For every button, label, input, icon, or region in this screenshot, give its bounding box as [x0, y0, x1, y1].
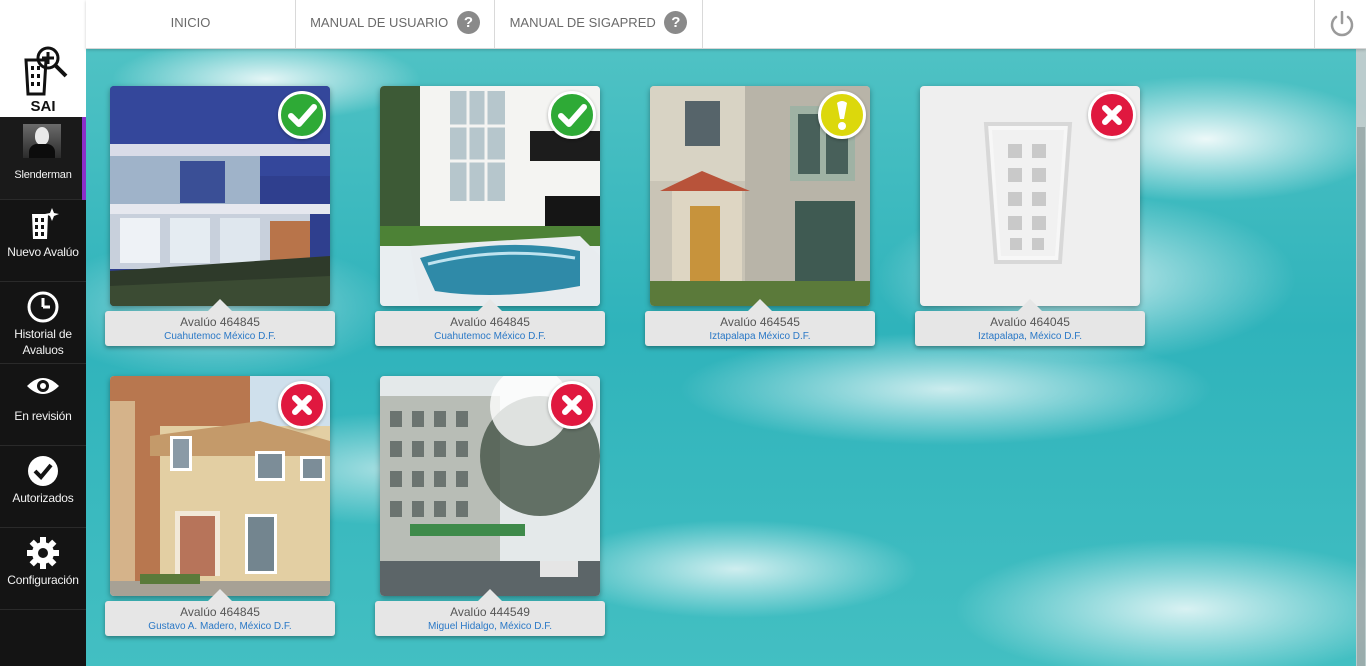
sidebar-item-label: Configuración	[7, 573, 79, 587]
status-warning-badge	[818, 91, 866, 139]
avaluo-card[interactable]: Avalúo 444549 Miguel Hidalgo, México D.F…	[375, 376, 605, 636]
card-caption: Avalúo 444549 Miguel Hidalgo, México D.F…	[375, 589, 605, 636]
scrollbar-thumb[interactable]	[1357, 127, 1365, 666]
avaluo-card[interactable]: Avalúo 464545 Iztapalapa México D.F.	[645, 86, 875, 346]
card-caption: Avalúo 464845 Cuahutemoc México D.F.	[105, 299, 335, 346]
help-icon[interactable]: ?	[664, 11, 688, 35]
nav-label: MANUAL DE USUARIO	[310, 15, 449, 30]
sidebar-item-label: Autorizados	[12, 491, 74, 505]
check-circle-icon	[28, 456, 58, 486]
sidebar-item-label: En revisión	[14, 409, 72, 423]
card-caption: Avalúo 464845 Gustavo A. Madero, México …	[105, 589, 335, 636]
avaluo-title: Avalúo 464845	[180, 315, 260, 329]
status-approved-badge	[278, 91, 326, 139]
status-rejected-badge	[1088, 91, 1136, 139]
avaluo-title: Avalúo 464045	[990, 315, 1070, 329]
avaluo-location: Miguel Hidalgo, México D.F.	[428, 621, 552, 632]
user-name: Slenderman	[14, 169, 72, 181]
building-search-icon	[24, 46, 68, 96]
sidebar-item-en-revision[interactable]: En revisión	[0, 364, 86, 446]
check-icon	[288, 104, 317, 127]
avaluo-location: Gustavo A. Madero, México D.F.	[148, 621, 292, 632]
building-plus-icon	[32, 208, 59, 239]
sidebar: SAI Slenderman Nuevo Avalúo Historial de…	[0, 0, 86, 666]
vertical-scrollbar[interactable]	[1356, 49, 1366, 666]
sidebar-item-configuracion[interactable]: Configuración	[0, 528, 86, 610]
status-rejected-badge	[278, 381, 326, 429]
avaluo-location: Cuahutemoc México D.F.	[164, 331, 276, 342]
sidebar-item-historial[interactable]: Historial de Avaluos	[0, 282, 86, 364]
logo-text: SAI	[30, 98, 56, 115]
avaluo-card[interactable]: Avalúo 464045 Iztapalapa, México D.F.	[915, 86, 1145, 346]
nav-label: MANUAL DE SIGAPRED	[509, 15, 656, 30]
eye-icon	[27, 378, 59, 394]
check-icon	[558, 104, 587, 127]
sidebar-item-label: Nuevo Avalúo	[7, 245, 79, 259]
help-icon[interactable]: ?	[456, 11, 480, 35]
card-caption: Avalúo 464545 Iztapalapa México D.F.	[645, 299, 875, 346]
card-caption: Avalúo 464045 Iztapalapa, México D.F.	[915, 299, 1145, 346]
app-logo[interactable]: SAI	[0, 0, 86, 117]
avaluo-title: Avalúo 444549	[450, 605, 530, 619]
avaluo-title: Avalúo 464845	[450, 315, 530, 329]
close-icon	[562, 395, 582, 415]
avaluo-location: Iztapalapa, México D.F.	[978, 331, 1082, 342]
close-icon	[1102, 105, 1122, 125]
gear-icon	[27, 537, 59, 569]
power-icon	[1330, 11, 1354, 37]
status-rejected-badge	[548, 381, 596, 429]
sidebar-item-label: Historial de Avaluos	[14, 327, 72, 357]
avaluo-title: Avalúo 464545	[720, 315, 800, 329]
card-caption: Avalúo 464845 Cuahutemoc México D.F.	[375, 299, 605, 346]
status-approved-badge	[548, 91, 596, 139]
sidebar-item-autorizados[interactable]: Autorizados	[0, 446, 86, 528]
nav-manual-sigapred[interactable]: MANUAL DE SIGAPRED ?	[495, 0, 703, 48]
avaluo-title: Avalúo 464845	[180, 605, 260, 619]
avatar	[23, 124, 61, 158]
nav-inicio[interactable]: INICIO	[86, 0, 296, 48]
nav-manual-usuario[interactable]: MANUAL DE USUARIO ?	[296, 0, 495, 48]
clock-icon	[27, 291, 59, 323]
nav-label: INICIO	[170, 15, 211, 30]
close-icon	[292, 395, 312, 415]
top-navigation-bar: INICIO MANUAL DE USUARIO ? MANUAL DE SIG…	[86, 0, 1366, 49]
sidebar-user-profile[interactable]: Slenderman	[0, 117, 86, 200]
avaluo-card[interactable]: Avalúo 464845 Gustavo A. Madero, México …	[105, 376, 335, 636]
main-content: Avalúo 464845 Cuahutemoc México D.F. Ava…	[86, 49, 1366, 666]
exclamation-icon	[837, 101, 847, 130]
avaluo-location: Iztapalapa México D.F.	[709, 331, 811, 342]
avaluo-card[interactable]: Avalúo 464845 Cuahutemoc México D.F.	[375, 86, 605, 346]
avaluo-location: Cuahutemoc México D.F.	[434, 331, 546, 342]
logout-button[interactable]	[1314, 0, 1366, 48]
avaluo-card[interactable]: Avalúo 464845 Cuahutemoc México D.F.	[105, 86, 335, 346]
sidebar-item-nuevo-avaluo[interactable]: Nuevo Avalúo	[0, 200, 86, 282]
